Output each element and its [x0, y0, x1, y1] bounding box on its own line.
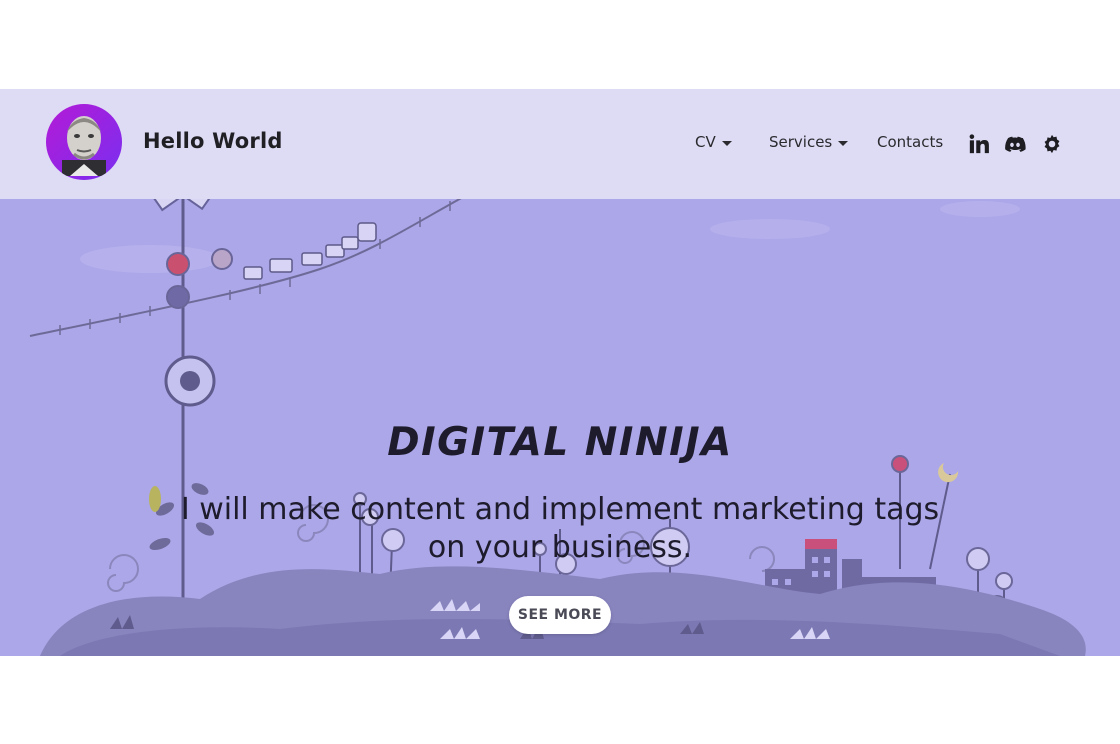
nav-cv[interactable]: CV	[695, 133, 732, 151]
site-brand[interactable]: Hello World	[143, 129, 283, 153]
nav-contacts-label: Contacts	[877, 133, 944, 151]
linkedin-icon[interactable]	[968, 133, 990, 155]
profile-photo	[62, 116, 106, 176]
see-more-button[interactable]: SEE MORE	[509, 596, 611, 634]
hero-section: DIGITAL NINIJA I will make content and i…	[0, 199, 1120, 656]
nav-services[interactable]: Services	[769, 133, 849, 151]
nav-contacts[interactable]: Contacts	[877, 133, 943, 151]
discord-icon[interactable]	[1004, 133, 1026, 155]
nav-services-label: Services	[769, 133, 833, 151]
chevron-down-icon	[721, 140, 732, 146]
nav-cv-label: CV	[695, 133, 716, 151]
page-frame: DIGITAL NINIJA I will make content and i…	[0, 89, 1120, 656]
hero-title: DIGITAL NINIJA	[387, 420, 733, 465]
settings-icon[interactable]	[1041, 133, 1063, 155]
hero-subtitle: I will make content and implement market…	[180, 492, 940, 565]
chevron-down-icon	[838, 140, 849, 146]
site-header: Hello World CV Services Contacts	[0, 89, 1120, 199]
avatar[interactable]	[46, 104, 122, 180]
